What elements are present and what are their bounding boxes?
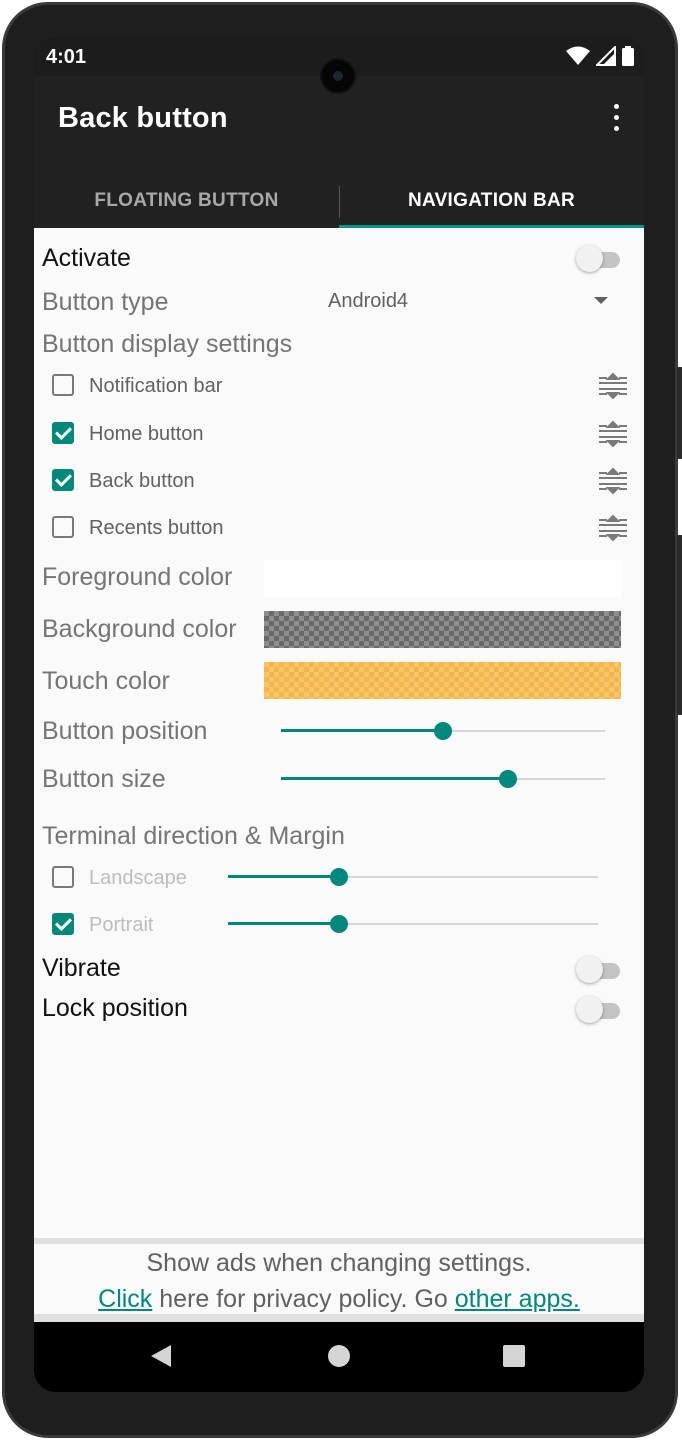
list-item[interactable]: Notification bar: [34, 366, 644, 406]
button-type-row: Button type Android4: [34, 286, 644, 322]
button-position-row: Button position: [34, 716, 644, 750]
activate-label: Activate: [42, 244, 131, 272]
notification-bar-checkbox[interactable]: [52, 374, 74, 396]
background-color-swatch[interactable]: [264, 611, 621, 648]
touch-color-label: Touch color: [42, 667, 170, 695]
button-size-slider[interactable]: [281, 769, 605, 789]
foreground-color-swatch[interactable]: [264, 560, 621, 597]
back-button-checkbox[interactable]: [52, 469, 74, 491]
slider-thumb[interactable]: [330, 915, 348, 933]
status-time: 4:01: [46, 46, 87, 68]
slider-thumb[interactable]: [434, 722, 452, 740]
screen: 4:01 Back button FLOATING BUTTON NAVIGAT…: [34, 38, 644, 1392]
vibrate-label: Vibrate: [42, 954, 121, 982]
button-size-row: Button size: [34, 764, 644, 798]
portrait-row: Portrait: [34, 905, 644, 945]
notification-bar-label: Notification bar: [89, 375, 223, 397]
landscape-row: Landscape: [34, 858, 644, 898]
landscape-label: Landscape: [89, 867, 187, 889]
drag-handle-icon[interactable]: [598, 373, 628, 399]
display-settings-heading: Button display settings: [42, 330, 293, 358]
touch-color-swatch[interactable]: [264, 662, 621, 699]
portrait-checkbox[interactable]: [52, 913, 74, 935]
ad-banner: Show ads when changing settings. Click h…: [34, 1238, 644, 1322]
button-type-value: Android4: [328, 290, 409, 312]
privacy-click-link[interactable]: Click: [98, 1285, 152, 1313]
button-position-slider[interactable]: [281, 721, 605, 741]
settings-panel: Activate Button type Android4 Button dis…: [34, 228, 644, 1238]
lock-position-switch[interactable]: [576, 996, 620, 1023]
system-navigation-bar: [34, 1322, 644, 1392]
activate-switch[interactable]: [576, 245, 620, 272]
tab-bar: FLOATING BUTTON NAVIGATION BAR: [34, 174, 644, 228]
portrait-margin-slider[interactable]: [228, 914, 598, 934]
button-position-label: Button position: [42, 717, 208, 745]
drag-handle-icon[interactable]: [598, 468, 628, 494]
back-triangle-icon[interactable]: [150, 1344, 172, 1368]
divider: [34, 1314, 644, 1322]
home-button-checkbox[interactable]: [52, 422, 74, 444]
vibrate-switch[interactable]: [576, 956, 620, 983]
list-item[interactable]: Recents button: [34, 508, 644, 548]
volume-button: [677, 367, 682, 459]
tab-floating-button[interactable]: FLOATING BUTTON: [34, 174, 339, 228]
other-apps-link[interactable]: other apps.: [455, 1285, 580, 1313]
activate-row[interactable]: Activate: [34, 242, 644, 276]
recents-button-checkbox[interactable]: [52, 516, 74, 538]
overflow-menu-icon[interactable]: [612, 104, 620, 134]
home-button-label: Home button: [89, 423, 204, 445]
privacy-line: Click here for privacy policy. Go other …: [34, 1285, 644, 1314]
foreground-color-label: Foreground color: [42, 563, 233, 591]
power-button: [677, 535, 682, 715]
background-color-label: Background color: [42, 615, 237, 643]
list-item[interactable]: Back button: [34, 461, 644, 501]
lock-position-row[interactable]: Lock position: [34, 994, 644, 1028]
home-circle-icon[interactable]: [327, 1344, 351, 1368]
landscape-margin-slider[interactable]: [228, 867, 598, 887]
drag-handle-icon[interactable]: [598, 515, 628, 541]
touch-color-row: Touch color: [34, 662, 644, 702]
button-type-label: Button type: [42, 288, 169, 316]
signal-icon: [596, 46, 616, 66]
portrait-label: Portrait: [89, 914, 154, 936]
recents-square-icon[interactable]: [502, 1344, 526, 1368]
privacy-middle-text: here for privacy policy. Go: [152, 1285, 455, 1313]
foreground-color-row: Foreground color: [34, 560, 644, 600]
drag-handle-icon[interactable]: [598, 421, 628, 447]
ad-notice-text: Show ads when changing settings.: [146, 1249, 532, 1277]
front-camera: [322, 60, 354, 92]
lock-position-label: Lock position: [42, 994, 188, 1022]
back-button-label: Back button: [89, 470, 195, 492]
battery-icon: [622, 46, 634, 66]
slider-thumb[interactable]: [330, 868, 348, 886]
slider-thumb[interactable]: [498, 770, 517, 788]
app-bar: Back button FLOATING BUTTON NAVIGATION B…: [34, 76, 644, 228]
tab-navigation-bar[interactable]: NAVIGATION BAR: [339, 174, 644, 228]
tab-divider: [339, 186, 340, 218]
background-color-row: Background color: [34, 611, 644, 651]
recents-button-label: Recents button: [89, 517, 224, 539]
wifi-icon: [566, 46, 590, 65]
button-size-label: Button size: [42, 765, 166, 793]
button-type-dropdown[interactable]: Android4: [328, 286, 608, 320]
status-icons: [566, 46, 634, 66]
terminal-direction-heading: Terminal direction & Margin: [42, 822, 345, 850]
vibrate-row[interactable]: Vibrate: [34, 954, 644, 988]
page-title: Back button: [58, 102, 228, 134]
landscape-checkbox[interactable]: [52, 866, 74, 888]
dropdown-arrow-icon: [594, 297, 608, 304]
list-item[interactable]: Home button: [34, 414, 644, 454]
